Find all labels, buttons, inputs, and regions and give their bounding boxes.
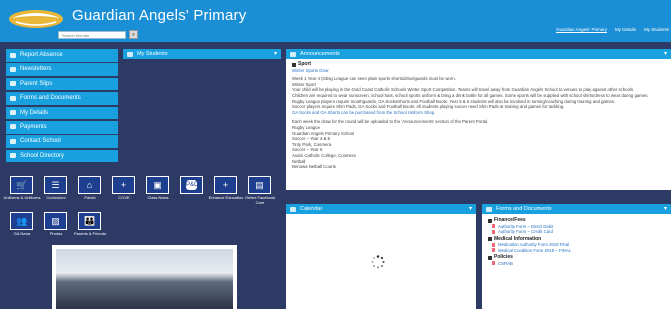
my-students-panel: My Students ▾ — [123, 49, 281, 59]
announcement-body: Sport Winter Sports Gear Week 1 Year 4 (… — [286, 59, 671, 170]
nav-my-students[interactable]: My Students — [644, 27, 669, 32]
tile-plus[interactable]: + — [214, 176, 237, 194]
list-icon: ☰ — [51, 180, 60, 190]
top-nav: Guardian Angels' Primary My Details My S… — [556, 27, 669, 32]
announcement-lines: Week 1 Year 4 (Gbsg League can seen plai… — [292, 76, 665, 170]
tile-p-and-c[interactable]: P&C — [180, 176, 203, 194]
document-list: Finance/Fees Authority Form – Direct Debi… — [482, 214, 671, 266]
menu-payments[interactable]: Payments — [6, 120, 118, 134]
menu-newsletters[interactable]: Newsletters — [6, 63, 118, 76]
forms-panel: Forms and Documents ▾ Finance/Fees Authori… — [482, 204, 671, 309]
menu-my-details[interactable]: My Details — [6, 106, 118, 120]
people-icon: 👥 — [16, 216, 28, 226]
tile-people[interactable]: 👥 — [10, 212, 33, 230]
menu-parent-slips[interactable]: Parent Slips — [6, 77, 118, 91]
announcement-line: Benowa Netball Courts — [292, 164, 336, 170]
panel-title: Announcements — [300, 51, 340, 57]
p-and-c-icon: P&C — [186, 180, 199, 190]
collapse-icon[interactable]: ▾ — [664, 204, 667, 214]
school-name: Guardian Angels' Primary — [72, 7, 247, 24]
assembly-photo — [56, 249, 233, 309]
tile-cart[interactable]: 🛒 — [10, 176, 33, 194]
parents-icon: 👪 — [84, 216, 96, 226]
menu-school-directory[interactable]: School Directory — [6, 149, 118, 163]
panel-header[interactable]: Forms and Documents ▾ — [482, 204, 671, 214]
tile-home[interactable]: ⌂ — [78, 176, 101, 194]
class-news-icon: ▣ — [153, 180, 162, 190]
panel-title: My Students — [137, 51, 168, 57]
tile-class-news[interactable]: ▣ — [146, 176, 169, 194]
menu-forms-documents[interactable]: Forms and Documents — [6, 92, 118, 105]
home-icon: ⌂ — [86, 180, 93, 190]
tile-list[interactable]: ☰ — [44, 176, 67, 194]
loading-spinner-icon — [371, 255, 385, 269]
announcement-line: Children are required to wear sunscreen,… — [292, 92, 649, 98]
panel-title: Forms and Documents — [496, 206, 552, 212]
document-link[interactable]: CSRAB — [488, 261, 665, 267]
side-menu: Report Absence Newsletters Parent Slips … — [6, 49, 118, 164]
plus-icon: + — [222, 180, 229, 190]
school-logo[interactable] — [8, 6, 64, 30]
bullet-icon — [292, 62, 296, 67]
nav-my-details[interactable]: My Details — [615, 27, 636, 32]
panel-header[interactable]: Announcements ▾ — [286, 49, 671, 59]
collapse-icon[interactable]: ▾ — [664, 49, 667, 59]
collapse-icon[interactable] — [488, 237, 492, 242]
tile-label: Online Facebook Care — [244, 195, 276, 205]
tile-label: Parents & Friends — [73, 231, 106, 236]
tile-parents[interactable]: 👪 — [78, 212, 101, 230]
collapse-icon[interactable]: ▾ — [274, 49, 277, 59]
heading-text: Sport — [298, 61, 312, 67]
document-link[interactable]: Authority Form – Credit Card — [488, 229, 665, 235]
menu-contact-school[interactable]: Contact School — [6, 135, 118, 148]
collapse-icon[interactable]: ▾ — [469, 204, 472, 214]
tile-document[interactable]: ▤ — [248, 176, 271, 194]
tile-user-add[interactable]: + — [112, 176, 135, 194]
panel-title: Calendar — [300, 206, 323, 212]
cart-icon: 🛒 — [16, 180, 28, 190]
nav-school-link[interactable]: Guardian Angels' Primary — [556, 27, 607, 32]
tile-label: Class News — [147, 195, 169, 200]
panel-header[interactable]: Calendar ▾ — [286, 204, 476, 214]
school-photo — [52, 245, 237, 309]
search-input[interactable]: Search this site — [58, 31, 126, 39]
document-icon: ▤ — [255, 180, 264, 190]
search-icon[interactable]: ⌕ — [129, 30, 138, 39]
site-header: Guardian Angels' Primary Search this sit… — [0, 0, 671, 42]
panel-header[interactable]: My Students ▾ — [123, 49, 281, 59]
document-link[interactable]: Medical Condition Form 2019 – FINAL — [488, 248, 665, 254]
collapse-icon[interactable] — [488, 255, 492, 260]
collapse-icon[interactable] — [488, 218, 492, 223]
user-add-icon: + — [120, 180, 127, 190]
menu-report-absence[interactable]: Report Absence — [6, 49, 118, 62]
photos-icon: ▨ — [51, 216, 60, 226]
tile-photos[interactable]: ▨ — [44, 212, 67, 230]
announcements-panel: Announcements ▾ Sport Winter Sports Gear … — [286, 49, 671, 190]
